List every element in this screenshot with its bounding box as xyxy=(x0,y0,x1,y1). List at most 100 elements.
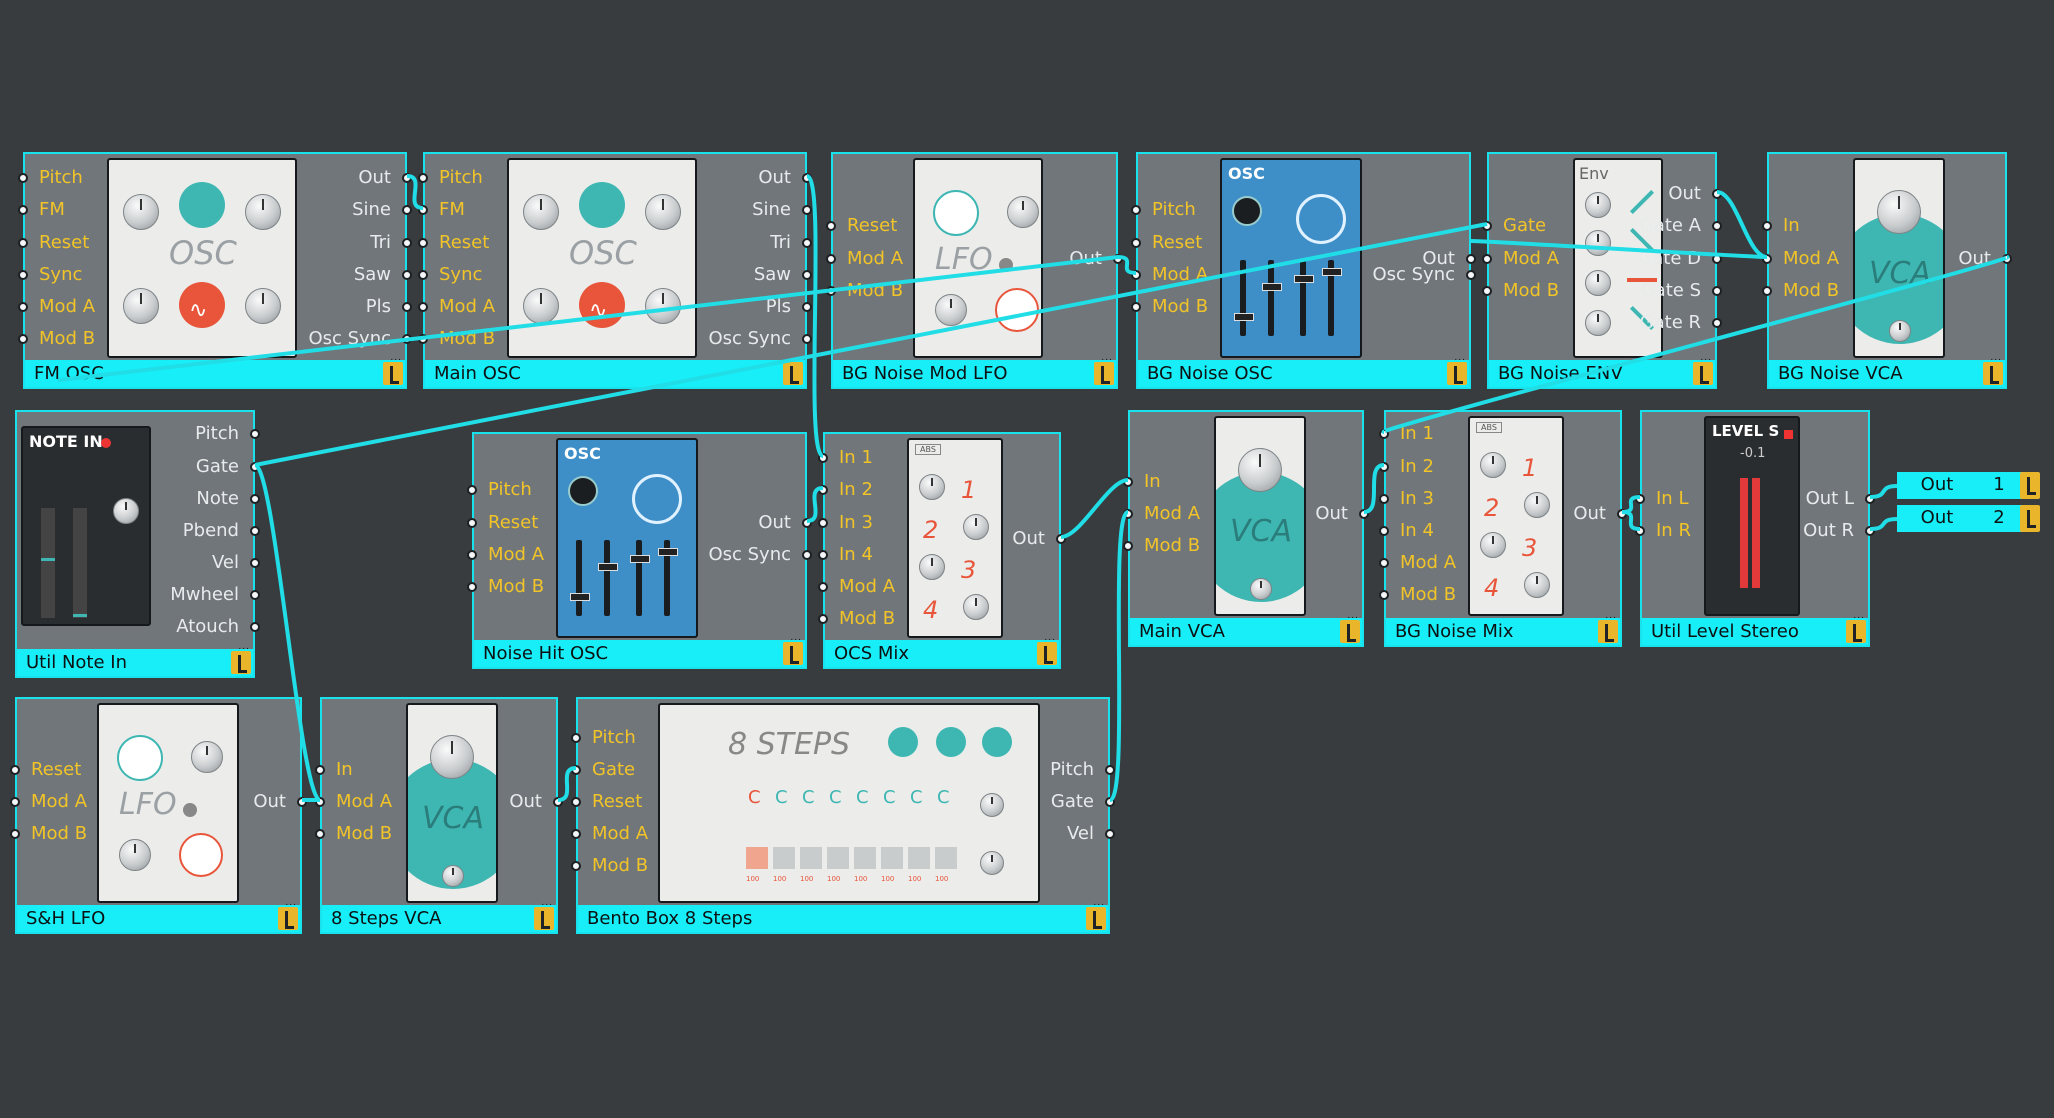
input-port[interactable]: In R xyxy=(1635,520,1691,542)
input-port[interactable]: Reset xyxy=(467,512,538,534)
module-title[interactable]: Noise Hit OSC xyxy=(474,640,805,667)
input-port[interactable]: Mod A xyxy=(315,791,392,813)
input-port[interactable]: Mod A xyxy=(818,576,895,598)
module-title[interactable]: BG Noise ENV xyxy=(1489,360,1715,387)
jack-icon[interactable] xyxy=(818,614,828,624)
input-port[interactable]: Mod A xyxy=(1123,503,1200,525)
input-port[interactable]: FM xyxy=(418,199,465,221)
jack-icon[interactable] xyxy=(1712,221,1722,231)
input-port[interactable]: In 4 xyxy=(818,544,873,566)
knob-icon[interactable] xyxy=(982,727,1012,757)
input-port[interactable]: Mod A xyxy=(1482,248,1559,270)
output-port[interactable]: Out xyxy=(1668,183,1722,205)
jack-icon[interactable] xyxy=(250,526,260,536)
jack-icon[interactable] xyxy=(802,173,812,183)
module-title[interactable]: Main VCA xyxy=(1130,618,1362,645)
module-sh-lfo[interactable]: LFO Reset Mod A Mod B Out S&H LFO... xyxy=(10,697,307,934)
module-panel[interactable]: VCA xyxy=(406,703,498,903)
knob-icon[interactable] xyxy=(935,294,967,326)
jack-icon[interactable] xyxy=(571,861,581,871)
knob-icon[interactable] xyxy=(1877,190,1921,234)
jack-icon[interactable] xyxy=(1712,318,1722,328)
module-panel[interactable]: OSC xyxy=(556,438,698,638)
jack-icon[interactable] xyxy=(10,765,20,775)
output-port[interactable]: Gate R xyxy=(1640,312,1722,334)
output-port[interactable]: Gate D xyxy=(1638,248,1722,270)
input-port[interactable]: Mod B xyxy=(818,608,895,630)
module-steps-vca[interactable]: VCA In Mod A Mod B Out 8 Steps VCA... xyxy=(315,697,563,934)
fader-icon[interactable] xyxy=(1322,260,1342,336)
jack-icon[interactable] xyxy=(1113,254,1123,264)
jack-icon[interactable] xyxy=(818,518,828,528)
output-port[interactable]: Gate A xyxy=(1640,215,1722,237)
input-port[interactable]: Mod A xyxy=(418,296,495,318)
step-note[interactable]: C xyxy=(856,787,869,808)
knob-icon[interactable] xyxy=(442,865,464,887)
input-port[interactable]: Reset xyxy=(10,759,81,781)
module-title[interactable]: BG Noise OSC xyxy=(1138,360,1469,387)
jack-icon[interactable] xyxy=(18,334,28,344)
jack-icon[interactable] xyxy=(418,334,428,344)
knob-icon[interactable] xyxy=(963,594,989,620)
module-ocs-mix[interactable]: ABS 1 2 3 4 In 1 In 2 In 3 In 4 Mod A Mod B Out OCS … xyxy=(818,432,1066,669)
input-port[interactable]: Pitch xyxy=(467,479,532,501)
input-port[interactable]: Pitch xyxy=(571,727,636,749)
jack-icon[interactable] xyxy=(1379,429,1389,439)
knob-icon[interactable] xyxy=(980,851,1004,875)
jack-icon[interactable] xyxy=(402,270,412,280)
knob-icon[interactable] xyxy=(936,727,966,757)
jack-icon[interactable] xyxy=(1482,286,1492,296)
module-title[interactable]: S&H LFO xyxy=(17,905,300,932)
resize-handle[interactable]: ... xyxy=(541,899,553,908)
output-port[interactable]: Pbend xyxy=(183,520,260,542)
output-port[interactable]: Vel xyxy=(212,552,260,574)
resize-handle[interactable]: ... xyxy=(1990,354,2002,363)
note-icon[interactable] xyxy=(278,907,298,930)
jack-icon[interactable] xyxy=(297,797,307,807)
rate-knob-icon[interactable] xyxy=(117,735,163,781)
jack-icon[interactable] xyxy=(1379,462,1389,472)
resize-handle[interactable]: ... xyxy=(790,634,802,643)
input-port[interactable]: Sync xyxy=(18,264,82,286)
output-port[interactable]: Saw xyxy=(754,264,812,286)
knob-icon[interactable] xyxy=(123,194,159,230)
jack-icon[interactable] xyxy=(402,173,412,183)
jack-icon[interactable] xyxy=(1466,270,1476,280)
jack-icon[interactable] xyxy=(402,205,412,215)
step-velocity[interactable]: 100 xyxy=(827,875,840,883)
output-port[interactable]: Out L xyxy=(1806,488,1875,510)
jack-icon[interactable] xyxy=(826,254,836,264)
jack-icon[interactable] xyxy=(18,238,28,248)
knob-icon[interactable] xyxy=(113,498,139,524)
module-title[interactable]: OCS Mix xyxy=(825,640,1059,667)
output-2-label[interactable]: Out xyxy=(1897,505,1977,532)
jack-icon[interactable] xyxy=(418,238,428,248)
step-note[interactable]: C xyxy=(775,787,788,808)
jack-icon[interactable] xyxy=(1131,270,1141,280)
jack-icon[interactable] xyxy=(1105,797,1115,807)
output-port[interactable]: Out xyxy=(358,167,412,189)
jack-icon[interactable] xyxy=(802,205,812,215)
input-port[interactable]: Reset xyxy=(18,232,89,254)
note-icon[interactable] xyxy=(231,651,251,674)
module-bg-noise-vca[interactable]: VCA In Mod A Mod B Out BG Noise VCA... xyxy=(1762,152,2012,389)
input-port[interactable]: Mod B xyxy=(826,280,903,302)
note-icon[interactable] xyxy=(1086,907,1106,930)
jack-icon[interactable] xyxy=(1379,590,1389,600)
knob-icon[interactable] xyxy=(1585,230,1611,256)
jack-icon[interactable] xyxy=(467,518,477,528)
jack-icon[interactable] xyxy=(250,590,260,600)
jack-icon[interactable] xyxy=(418,302,428,312)
jack-icon[interactable] xyxy=(18,302,28,312)
step-velocity[interactable]: 100 xyxy=(935,875,948,883)
jack-icon[interactable] xyxy=(315,829,325,839)
module-main-vca[interactable]: VCA In Mod A Mod B Out Main VCA... xyxy=(1123,410,1369,647)
jack-icon[interactable] xyxy=(1865,494,1875,504)
resize-handle[interactable]: ... xyxy=(790,354,802,363)
knob-icon[interactable] xyxy=(245,194,281,230)
resize-handle[interactable]: ... xyxy=(1347,612,1359,621)
knob-icon[interactable] xyxy=(980,793,1004,817)
module-panel[interactable]: ∿ OSC xyxy=(107,158,297,358)
input-port[interactable]: Mod B xyxy=(1123,535,1200,557)
step-velocity[interactable]: 100 xyxy=(881,875,894,883)
